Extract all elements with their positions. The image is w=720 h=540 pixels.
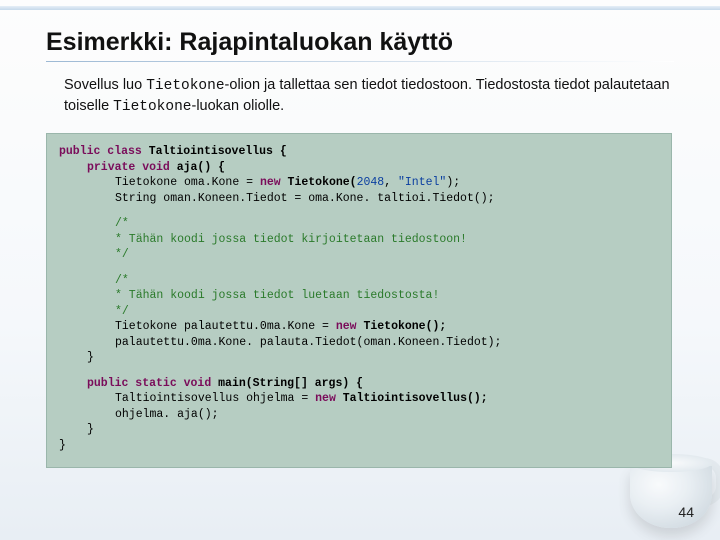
code-text: } <box>87 423 94 436</box>
desc-mono-2: Tietokone <box>113 99 191 115</box>
code-text: } <box>87 351 94 364</box>
code-comment: /* <box>115 274 129 287</box>
code-text: Tietokone palautettu.0ma.Kone = <box>115 320 336 333</box>
code-comment: /* <box>115 217 129 230</box>
desc-text: -luokan oliolle. <box>192 98 285 114</box>
code-text: ohjelma. aja(); <box>115 408 219 421</box>
code-text: palautettu.0ma.Kone. palauta.Tiedot(oman… <box>115 336 501 349</box>
code-kw: public class <box>59 145 142 158</box>
code-kw: new <box>336 320 357 333</box>
code-comment: * Tähän koodi jossa tiedot luetaan tiedo… <box>115 289 439 302</box>
code-comment: * Tähän koodi jossa tiedot kirjoitetaan … <box>115 233 467 246</box>
code-comment: */ <box>115 248 129 261</box>
slide-content: Esimerkki: Rajapintaluokan käyttö Sovell… <box>0 0 720 468</box>
code-str: "Intel" <box>398 176 446 189</box>
code-text: Taltiointisovellus { <box>142 145 287 158</box>
desc-mono-1: Tietokone <box>146 78 224 94</box>
code-kw: new <box>260 176 281 189</box>
desc-text: Sovellus luo <box>64 77 146 93</box>
code-kw: public static void <box>87 377 211 390</box>
code-block: public class Taltiointisovellus { privat… <box>46 133 672 468</box>
code-kw: private void <box>87 161 170 174</box>
code-text: ); <box>446 176 460 189</box>
header-stripe <box>0 6 720 10</box>
page-number: 44 <box>678 504 694 520</box>
code-text: Taltiointisovellus(); <box>336 392 488 405</box>
slide-description: Sovellus luo Tietokone-olion ja talletta… <box>64 76 674 117</box>
code-text: , <box>384 176 398 189</box>
cup-body-icon <box>630 466 712 528</box>
code-text: String oman.Koneen.Tiedot = oma.Kone. ta… <box>115 192 495 205</box>
code-text: aja() { <box>170 161 225 174</box>
code-text: main(String[] args) { <box>211 377 363 390</box>
code-text: Taltiointisovellus ohjelma = <box>115 392 315 405</box>
code-num: 2048 <box>357 176 385 189</box>
code-text: Tietokone oma.Kone = <box>115 176 260 189</box>
code-text: Tietokone( <box>281 176 357 189</box>
code-kw: new <box>315 392 336 405</box>
slide-title: Esimerkki: Rajapintaluokan käyttö <box>46 28 674 57</box>
title-separator <box>46 61 674 62</box>
code-text: Tietokone(); <box>357 320 447 333</box>
code-comment: */ <box>115 305 129 318</box>
code-text: } <box>59 439 66 452</box>
